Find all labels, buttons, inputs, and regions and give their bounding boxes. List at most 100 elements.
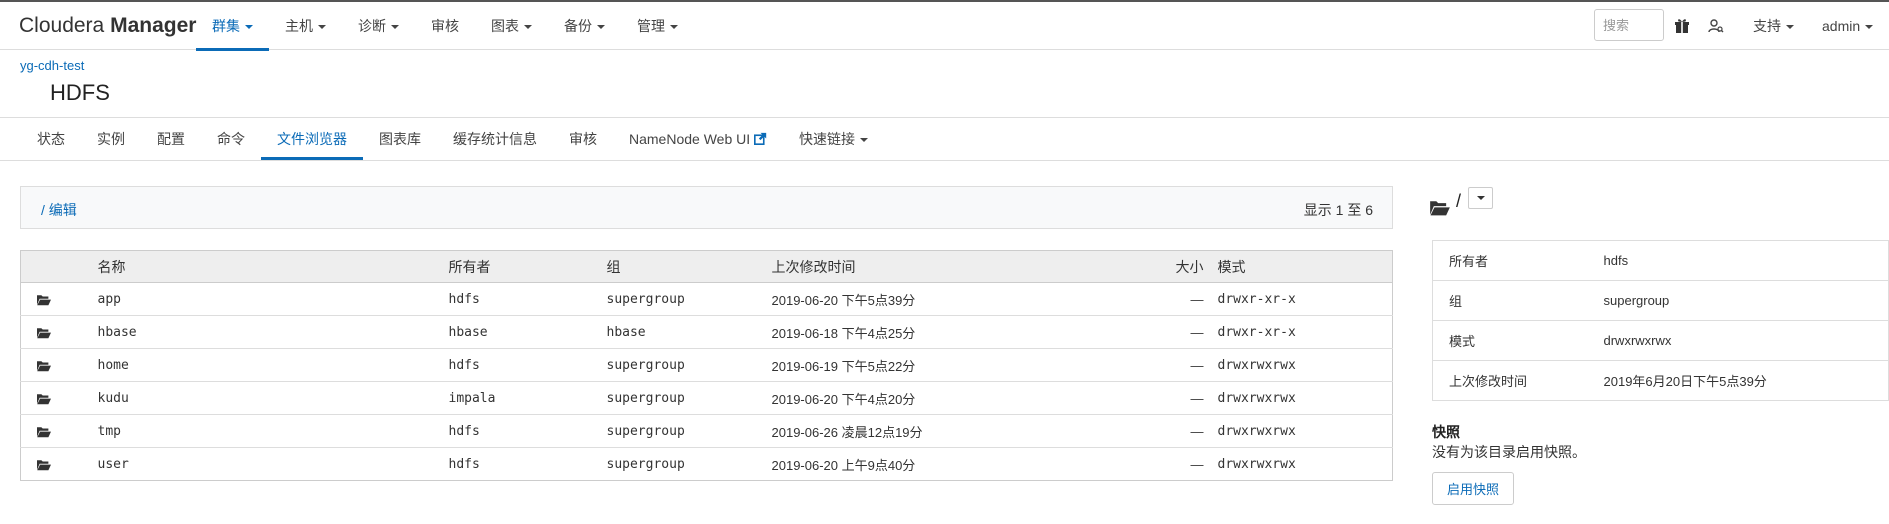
tab-instances[interactable]: 实例 bbox=[81, 118, 141, 160]
user-search-icon[interactable] bbox=[1708, 18, 1724, 34]
file-owner: hbase bbox=[448, 315, 607, 349]
search-input[interactable] bbox=[1594, 9, 1664, 41]
file-name[interactable]: kudu bbox=[97, 381, 449, 415]
file-group: supergroup bbox=[606, 381, 772, 415]
tab-status[interactable]: 状态 bbox=[21, 118, 81, 160]
folder-open-icon bbox=[1430, 201, 1450, 216]
tab-chart-library[interactable]: 图表库 bbox=[363, 118, 437, 160]
file-name[interactable]: app bbox=[97, 282, 449, 316]
edit-path-link[interactable]: 编辑 bbox=[49, 202, 77, 218]
file-modified: 2019-06-18 下午4点25分 bbox=[771, 315, 1142, 349]
main-nav: 群集 主机 诊断 审核 图表 备份 管理 bbox=[196, 2, 694, 51]
column-header-owner[interactable]: 所有者 bbox=[448, 250, 607, 283]
page-title: HDFS bbox=[50, 80, 110, 105]
caret-down-icon bbox=[670, 25, 678, 30]
file-size: — bbox=[1141, 315, 1204, 349]
property-value: drwxrwxrwx bbox=[1587, 320, 1889, 361]
file-size: — bbox=[1141, 348, 1204, 382]
column-header-group[interactable]: 组 bbox=[606, 250, 772, 283]
column-header-mode[interactable]: 模式 bbox=[1203, 250, 1393, 283]
file-modified: 2019-06-26 凌晨12点19分 bbox=[771, 414, 1142, 448]
file-name[interactable]: home bbox=[97, 348, 449, 382]
nav-item-backup[interactable]: 备份 bbox=[548, 2, 621, 50]
gift-icon[interactable] bbox=[1674, 18, 1690, 34]
column-header-modified[interactable]: 上次修改时间 bbox=[771, 250, 1142, 283]
nav-item-clusters[interactable]: 群集 bbox=[196, 2, 269, 51]
table-row[interactable]: kudu impala supergroup 2019-06-20 下午4点20… bbox=[20, 381, 1393, 415]
snapshot-title: 快照 bbox=[1432, 424, 1460, 440]
result-count: 显示 1 至 6 bbox=[1303, 202, 1373, 218]
path-bar: / 编辑 显示 1 至 6 bbox=[20, 186, 1393, 229]
property-row: 上次修改时间 2019年6月20日下午5点39分 bbox=[1432, 360, 1889, 401]
tab-label: 快速链接 bbox=[799, 131, 856, 147]
file-group: supergroup bbox=[606, 282, 772, 316]
file-mode: drwxr-xr-x bbox=[1203, 282, 1393, 316]
column-header-name[interactable]: 名称 bbox=[97, 250, 449, 283]
nav-item-hosts[interactable]: 主机 bbox=[269, 2, 342, 50]
file-name[interactable]: hbase bbox=[97, 315, 449, 349]
table-row[interactable]: user hdfs supergroup 2019-06-20 上午9点40分 … bbox=[21, 448, 1393, 481]
caret-down-icon bbox=[318, 25, 326, 30]
file-owner: impala bbox=[448, 381, 607, 415]
current-path: / bbox=[1456, 191, 1462, 211]
nav-item-diagnostics[interactable]: 诊断 bbox=[342, 2, 415, 50]
table-row[interactable]: app hdfs supergroup 2019-06-20 下午5点39分 —… bbox=[20, 282, 1393, 316]
file-table: 名称 所有者 组 上次修改时间 大小 模式 app hdfs supergrou… bbox=[20, 250, 1393, 481]
table-row[interactable]: tmp hdfs supergroup 2019-06-26 凌晨12点19分 … bbox=[20, 414, 1393, 448]
caret-down-icon bbox=[524, 25, 532, 30]
folder-open-icon bbox=[37, 427, 51, 438]
cluster-link[interactable]: yg-cdh-test bbox=[20, 58, 84, 73]
property-key: 上次修改时间 bbox=[1432, 360, 1588, 401]
file-modified: 2019-06-19 下午5点22分 bbox=[771, 348, 1142, 382]
table-row[interactable]: home hdfs supergroup 2019-06-19 下午5点22分 … bbox=[20, 348, 1393, 382]
nav-item-audits[interactable]: 审核 bbox=[415, 2, 475, 50]
tab-file-browser[interactable]: 文件浏览器 bbox=[261, 118, 363, 160]
folder-open-icon bbox=[37, 394, 51, 405]
property-key: 模式 bbox=[1432, 320, 1588, 361]
property-row: 所有者 hdfs bbox=[1432, 240, 1889, 281]
user-label: admin bbox=[1822, 18, 1861, 34]
nav-item-charts[interactable]: 图表 bbox=[475, 2, 548, 50]
folder-open-icon bbox=[37, 460, 51, 471]
folder-cell bbox=[20, 414, 98, 448]
support-label: 支持 bbox=[1753, 18, 1781, 34]
file-mode: drwxrwxrwx bbox=[1217, 456, 1296, 472]
support-menu[interactable]: 支持 bbox=[1753, 2, 1794, 50]
tab-commands[interactable]: 命令 bbox=[201, 118, 261, 160]
tab-namenode-web-ui[interactable]: NameNode Web UI bbox=[613, 118, 783, 160]
user-menu[interactable]: admin bbox=[1822, 2, 1874, 50]
folder-open-icon bbox=[37, 295, 51, 306]
path-actions-dropdown[interactable] bbox=[1468, 187, 1493, 209]
brand-logo[interactable]: Cloudera Manager bbox=[19, 14, 196, 38]
file-modified: 2019-06-20 下午4点20分 bbox=[771, 381, 1142, 415]
tab-cache-statistics[interactable]: 缓存统计信息 bbox=[437, 118, 553, 160]
caret-down-icon bbox=[1865, 25, 1874, 30]
caret-down-icon bbox=[597, 25, 605, 30]
tab-audits[interactable]: 审核 bbox=[553, 118, 613, 160]
tab-configuration[interactable]: 配置 bbox=[141, 118, 201, 160]
file-owner: hdfs bbox=[448, 414, 607, 448]
root-path-link[interactable]: / bbox=[41, 202, 45, 218]
file-group: supergroup bbox=[606, 414, 772, 448]
directory-properties: 所有者 hdfs 组 supergroup 模式 drwxrwxrwx 上次修改时间 2… bbox=[1432, 240, 1889, 401]
brand-name: Manager bbox=[110, 14, 197, 37]
property-value: hdfs bbox=[1587, 240, 1889, 281]
nav-label: 审核 bbox=[431, 18, 459, 34]
folder-open-icon bbox=[37, 328, 51, 339]
nav-label: 群集 bbox=[212, 18, 240, 34]
file-owner: hdfs bbox=[448, 348, 607, 382]
file-name[interactable]: tmp bbox=[97, 414, 449, 448]
nav-item-admin[interactable]: 管理 bbox=[621, 2, 694, 50]
caret-down-icon bbox=[391, 25, 399, 30]
enable-snapshot-button[interactable]: 启用快照 bbox=[1432, 472, 1514, 505]
table-row[interactable]: hbase hbase hbase 2019-06-18 下午4点25分 — d… bbox=[20, 315, 1393, 349]
nav-label: 主机 bbox=[285, 18, 313, 34]
nav-label: 备份 bbox=[564, 18, 592, 34]
file-name[interactable]: user bbox=[98, 448, 449, 481]
top-navbar: Cloudera Manager 群集 主机 诊断 审核 图表 备份 管理 支持… bbox=[0, 0, 1889, 51]
caret-down-icon bbox=[245, 25, 253, 30]
column-header-icon bbox=[20, 250, 98, 283]
tab-quick-links[interactable]: 快速链接 bbox=[783, 118, 884, 160]
column-header-size[interactable]: 大小 bbox=[1141, 250, 1204, 283]
file-mode: drwxrwxrwx bbox=[1203, 348, 1393, 382]
